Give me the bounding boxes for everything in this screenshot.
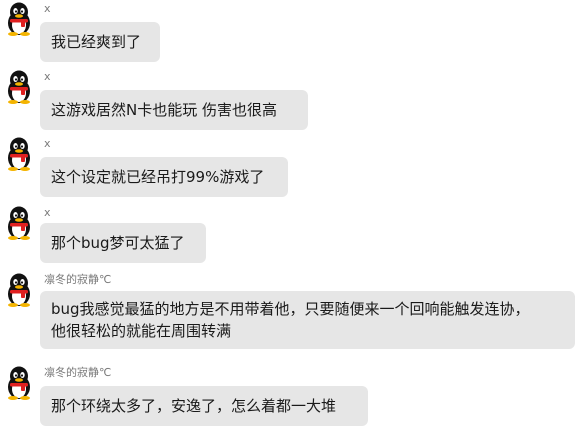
sender-name: x — [44, 2, 51, 15]
message-bubble: 这游戏居然N卡也能玩 伤害也很高 — [40, 90, 308, 130]
message-text: bug我感觉最猛的地方是不用带着他，只要随便来一个回响能触发连协， — [51, 300, 530, 318]
message-text: 这游戏居然N卡也能玩 伤害也很高 — [51, 101, 277, 119]
qq-penguin-avatar-icon[interactable] — [4, 206, 34, 240]
message-bubble: bug我感觉最猛的地方是不用带着他，只要随便来一个回响能触发连协， 他很轻松的就… — [40, 291, 575, 349]
message-bubble: 那个bug梦可太猛了 — [40, 223, 206, 263]
qq-penguin-avatar-icon[interactable] — [4, 366, 34, 400]
message-text: 那个bug梦可太猛了 — [51, 234, 185, 252]
message-text: 他很轻松的就能在周围转满 — [51, 322, 232, 340]
sender-name: 凛冬的寂静℃ — [44, 366, 112, 379]
sender-name: x — [44, 206, 51, 219]
sender-name: 凛冬的寂静℃ — [44, 273, 112, 286]
qq-penguin-avatar-icon[interactable] — [4, 273, 34, 307]
message-text: 那个环绕太多了，安逸了，怎么着都一大堆 — [51, 397, 337, 415]
qq-penguin-avatar-icon[interactable] — [4, 2, 34, 36]
sender-name: x — [44, 137, 51, 150]
message-bubble: 那个环绕太多了，安逸了，怎么着都一大堆 — [40, 386, 368, 426]
qq-penguin-avatar-icon[interactable] — [4, 137, 34, 171]
message-text: 这个设定就已经吊打99%游戏了 — [51, 168, 265, 186]
message-text: 我已经爽到了 — [51, 33, 142, 51]
message-bubble: 我已经爽到了 — [40, 22, 160, 62]
qq-penguin-avatar-icon[interactable] — [4, 70, 34, 104]
message-bubble: 这个设定就已经吊打99%游戏了 — [40, 157, 288, 197]
sender-name: x — [44, 70, 51, 83]
